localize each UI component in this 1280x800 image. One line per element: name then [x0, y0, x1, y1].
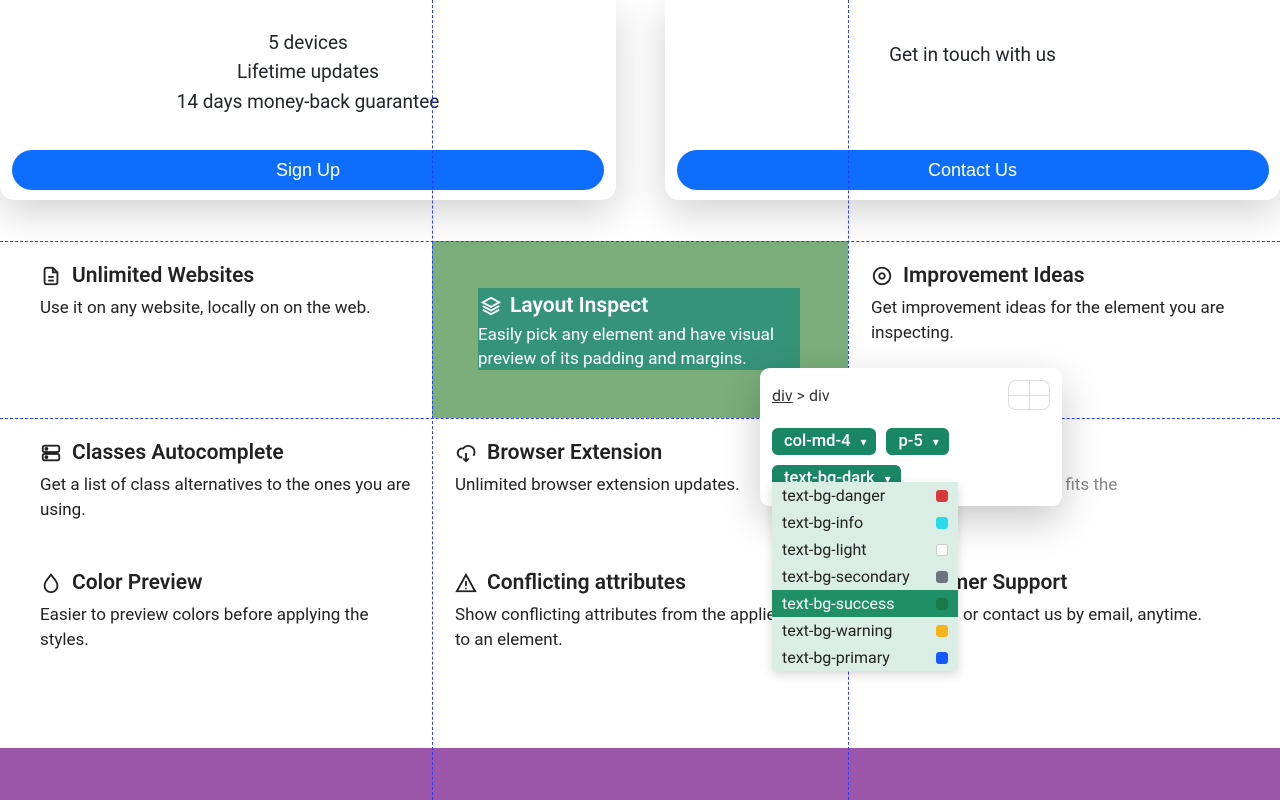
download-cloud-icon [455, 442, 477, 464]
position-picker-icon[interactable] [1008, 380, 1050, 410]
plan-card-contact: Get in touch with us Contact Us [665, 0, 1280, 200]
feature-title: mer Support [950, 571, 1068, 595]
option-label: text-bg-secondary [782, 567, 910, 586]
color-swatch [936, 517, 948, 529]
feature-desc: Easily pick any element and have visual … [478, 324, 800, 372]
layers-icon [480, 295, 502, 317]
contact-button[interactable]: Contact Us [677, 150, 1269, 190]
plan-lines: Get in touch with us [889, 40, 1056, 69]
feature-title: Conflicting attributes [487, 571, 686, 595]
droplet-icon [40, 572, 62, 594]
feature-improvement-ideas: Improvement Ideas Get improvement ideas … [871, 264, 1267, 345]
feature-layout-inspect: Layout Inspect Easily pick any element a… [478, 288, 800, 370]
option-label: text-bg-warning [782, 621, 892, 640]
feature-title: Improvement Ideas [903, 264, 1085, 288]
feature-desc: Get improvement ideas for the element yo… [871, 296, 1251, 345]
feature-title: Unlimited Websites [72, 264, 254, 288]
plan-line: Get in touch with us [889, 40, 1056, 69]
option-label: text-bg-danger [782, 486, 885, 505]
feature-title: Color Preview [72, 571, 203, 595]
feature-desc: Unlimited browser extension updates. [455, 473, 740, 498]
autocomplete-option[interactable]: text-bg-info [772, 509, 958, 536]
feature-browser-extension: Browser Extension Unlimited browser exte… [455, 441, 756, 498]
feature-title: Classes Autocomplete [72, 441, 284, 465]
option-label: text-bg-primary [782, 648, 890, 667]
feature-desc: Get a list of class alternatives to the … [40, 473, 420, 522]
feature-desc: Use it on any website, locally on on the… [40, 296, 371, 321]
plan-card-personal: 5 devices Lifetime updates 14 days money… [0, 0, 616, 200]
option-label: text-bg-info [782, 513, 863, 532]
footer-band [0, 748, 1280, 800]
autocomplete-option[interactable]: text-bg-light [772, 536, 958, 563]
class-tag-row: col-md-4 ▾ p-5 ▾ [772, 428, 1050, 455]
signup-button[interactable]: Sign Up [12, 150, 604, 190]
feature-customer-support: mer Support s or contact us by email, an… [950, 571, 1218, 628]
autocomplete-option[interactable]: text-bg-primary [772, 644, 958, 671]
color-swatch [936, 652, 948, 664]
feature-color-preview: Color Preview Easier to preview colors b… [40, 571, 436, 652]
feature-desc: s or contact us by email, anytime. [950, 603, 1202, 628]
feature-classes-autocomplete: Classes Autocomplete Get a list of class… [40, 441, 436, 522]
warning-icon [455, 572, 477, 594]
color-swatch [936, 625, 948, 637]
option-label: text-bg-light [782, 540, 867, 559]
breadcrumb-current: div [809, 386, 830, 405]
class-tag-label: p-5 [898, 432, 922, 451]
color-swatch [936, 571, 948, 583]
breadcrumb-sep: > [793, 386, 809, 405]
plan-line: 14 days money-back guarantee [177, 87, 440, 116]
feature-title: Browser Extension [487, 441, 662, 465]
feature-title: Layout Inspect [510, 294, 648, 318]
chevron-down-icon: ▾ [933, 435, 939, 449]
autocomplete-option[interactable]: text-bg-secondary [772, 563, 958, 590]
plan-line: 5 devices [268, 28, 348, 57]
color-swatch [936, 598, 948, 610]
class-tag-col-md-4[interactable]: col-md-4 ▾ [772, 428, 876, 455]
grid-hline-2 [0, 418, 1280, 419]
feature-desc: Easier to preview colors before applying… [40, 603, 420, 652]
plan-line: Lifetime updates [237, 57, 379, 86]
class-tag-p-5[interactable]: p-5 ▾ [886, 428, 948, 455]
autocomplete-option[interactable]: text-bg-warning [772, 617, 958, 644]
inspector-header: div > div [772, 380, 1050, 410]
autocomplete-option[interactable]: text-bg-success [772, 590, 958, 617]
file-icon [40, 265, 62, 287]
color-swatch [936, 544, 948, 556]
target-icon [871, 265, 893, 287]
class-tag-label: col-md-4 [784, 432, 850, 451]
plan-lines: 5 devices Lifetime updates 14 days money… [177, 28, 440, 116]
color-swatch [936, 490, 948, 502]
option-label: text-bg-success [782, 594, 895, 613]
breadcrumb-parent[interactable]: div [772, 386, 793, 405]
autocomplete-option[interactable]: text-bg-danger [772, 482, 958, 509]
feature-unlimited-websites: Unlimited Websites Use it on any website… [40, 264, 387, 321]
class-autocomplete-dropdown[interactable]: text-bg-danger text-bg-info text-bg-light t… [772, 482, 958, 671]
breadcrumb[interactable]: div > div [772, 386, 830, 405]
server-icon [40, 442, 62, 464]
chevron-down-icon: ▾ [860, 435, 866, 449]
